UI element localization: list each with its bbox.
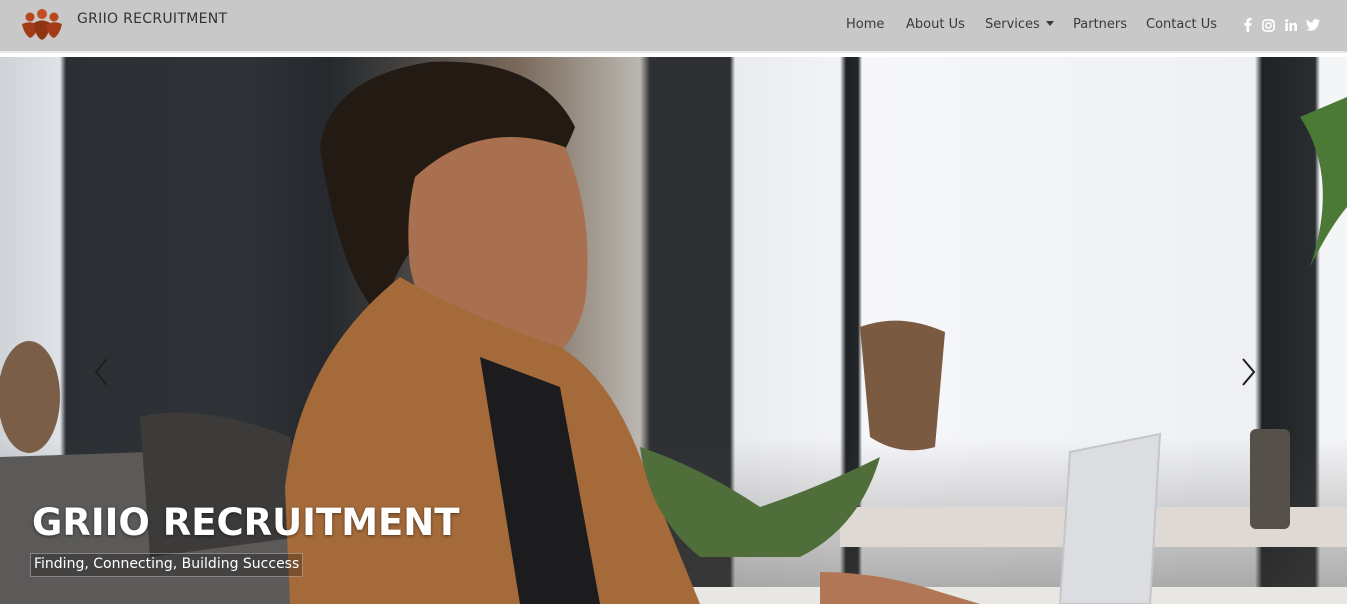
- linkedin-icon[interactable]: [1284, 17, 1298, 33]
- nav-home[interactable]: Home: [846, 17, 884, 32]
- carousel-next-icon[interactable]: [1238, 357, 1258, 387]
- carousel-prev-icon[interactable]: [92, 357, 112, 387]
- hero-title: GRIIO RECRUITMENT: [32, 501, 460, 544]
- instagram-icon[interactable]: [1261, 17, 1275, 33]
- nav-contact-us[interactable]: Contact Us: [1146, 17, 1217, 32]
- navbar: GRIIO RECRUITMENT Home About Us Services…: [0, 0, 1347, 53]
- nav-about-us[interactable]: About Us: [906, 17, 965, 32]
- nav-partners[interactable]: Partners: [1073, 17, 1127, 32]
- hero-tagline: Finding, Connecting, Building Success: [30, 553, 304, 577]
- twitter-icon[interactable]: [1306, 17, 1320, 33]
- brand-name[interactable]: GRIIO RECRUITMENT: [77, 11, 227, 27]
- facebook-icon[interactable]: [1241, 17, 1255, 33]
- brand[interactable]: GRIIO RECRUITMENT: [20, 8, 227, 41]
- chevron-down-icon: [1045, 21, 1054, 26]
- hero-carousel: GRIIO RECRUITMENT Finding, Connecting, B…: [0, 57, 1347, 604]
- nav-services-label: Services: [985, 17, 1040, 32]
- nav-services[interactable]: Services: [985, 17, 1054, 32]
- brand-logo-icon[interactable]: [20, 8, 64, 41]
